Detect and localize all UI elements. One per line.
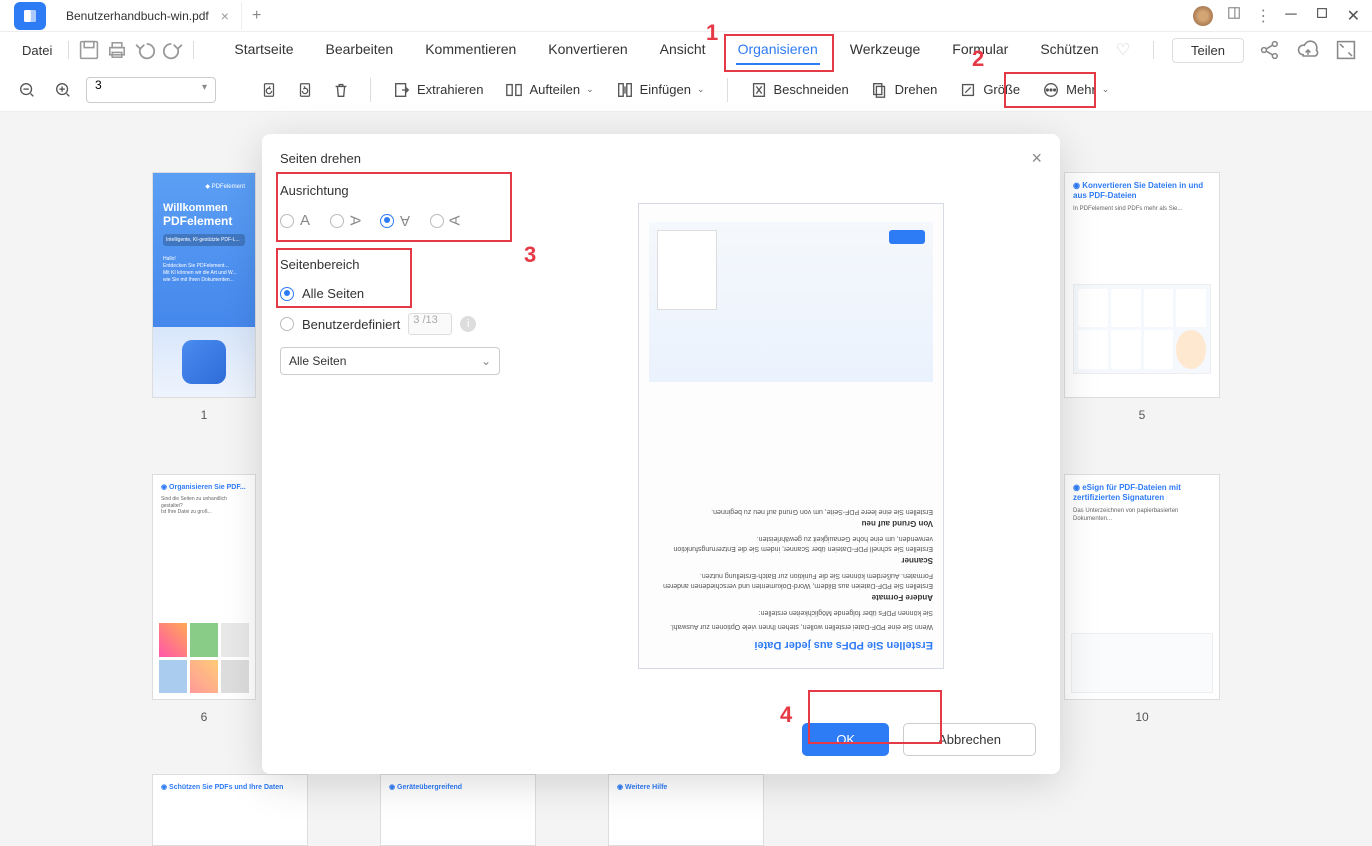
main-tabs: Startseite Bearbeiten Kommentieren Konve… xyxy=(232,35,1100,65)
undo-icon[interactable] xyxy=(133,38,157,62)
close-tab-icon[interactable]: × xyxy=(221,8,229,24)
crop-button[interactable]: Beschneiden xyxy=(744,77,855,103)
page-number-input[interactable]: 3 xyxy=(86,77,216,103)
range-all-pages[interactable]: Alle Seiten xyxy=(280,286,520,301)
user-avatar[interactable] xyxy=(1193,6,1213,26)
cancel-button[interactable]: Abbrechen xyxy=(903,723,1036,756)
dialog-close-icon[interactable]: × xyxy=(1031,148,1042,169)
print-icon[interactable] xyxy=(105,38,129,62)
tab-schuetzen[interactable]: Schützen xyxy=(1038,35,1100,65)
dialog-title: Seiten drehen xyxy=(280,151,361,166)
thumb-label-5: 5 xyxy=(1092,408,1192,422)
custom-range-input[interactable]: 3 /13 xyxy=(408,313,452,335)
maximize-icon[interactable] xyxy=(1315,6,1329,26)
delete-page-icon[interactable] xyxy=(328,77,354,103)
add-tab-button[interactable]: + xyxy=(242,7,271,25)
tab-bearbeiten[interactable]: Bearbeiten xyxy=(324,35,396,65)
thumb-label-10: 10 xyxy=(1092,710,1192,724)
menu-dots-icon[interactable]: ⋮ xyxy=(1255,6,1271,26)
annotation-label-3: 3 xyxy=(524,242,536,268)
rotation-preview: Erstellen Sie PDFs aus jeder Datei Wenn … xyxy=(638,203,944,669)
bulb-icon[interactable]: ♡ xyxy=(1111,38,1135,62)
zoom-in-icon[interactable] xyxy=(50,77,76,103)
thumb-label-1: 1 xyxy=(154,408,254,422)
annotation-label-1: 1 xyxy=(706,20,718,46)
orient-180[interactable]: A xyxy=(380,212,410,229)
share-nodes-icon[interactable] xyxy=(1258,38,1282,62)
close-window-icon[interactable]: ✕ xyxy=(1347,6,1360,26)
ok-button[interactable]: OK xyxy=(802,723,889,756)
tab-ansicht[interactable]: Ansicht xyxy=(658,35,708,65)
rotate-pages-dialog: Seiten drehen × Ausrichtung A A A A Seit… xyxy=(262,134,1060,774)
page-thumb-partial-a[interactable]: ◉ Schützen Sie PDFs und Ihre Daten xyxy=(152,774,308,846)
rotate-button[interactable]: Drehen xyxy=(865,77,944,103)
organize-toolbar: 3 Extrahieren Aufteilen⌄ Einfügen⌄ Besch… xyxy=(0,68,1372,112)
page-thumb-10[interactable]: ◉ eSign für PDF-Dateien mit zertifiziert… xyxy=(1064,474,1220,700)
tab-werkzeuge[interactable]: Werkzeuge xyxy=(848,35,923,65)
tab-title: Benutzerhandbuch-win.pdf xyxy=(66,9,209,23)
share-button[interactable]: Teilen xyxy=(1172,38,1244,63)
panel-icon[interactable] xyxy=(1227,6,1241,25)
more-button[interactable]: Mehr⌄ xyxy=(1036,77,1115,103)
range-label: Seitenbereich xyxy=(280,257,520,272)
annotation-label-2: 2 xyxy=(972,46,984,72)
page-thumb-1[interactable]: ◆ PDFelement Willkommen PDFelement Intel… xyxy=(152,172,256,398)
tab-startseite[interactable]: Startseite xyxy=(232,35,295,65)
app-logo-icon xyxy=(14,2,46,30)
page-thumb-5[interactable]: ◉ Konvertieren Sie Dateien in und aus PD… xyxy=(1064,172,1220,398)
minimize-icon[interactable]: ─ xyxy=(1285,6,1296,26)
menubar: Datei Startseite Bearbeiten Kommentieren… xyxy=(0,32,1372,68)
page-filter-select[interactable]: Alle Seiten xyxy=(280,347,500,375)
save-icon[interactable] xyxy=(77,38,101,62)
page-thumb-6[interactable]: ◉ Organisieren Sie PDF... Sind die Seite… xyxy=(152,474,256,700)
document-tab[interactable]: Benutzerhandbuch-win.pdf × xyxy=(54,2,242,30)
redo-icon[interactable] xyxy=(161,38,185,62)
extract-button[interactable]: Extrahieren xyxy=(387,77,489,103)
tab-kommentieren[interactable]: Kommentieren xyxy=(423,35,518,65)
cloud-upload-icon[interactable] xyxy=(1296,38,1320,62)
page-thumb-partial-b[interactable]: ◉ Geräteübergreifend xyxy=(380,774,536,846)
orientation-options: A A A A xyxy=(280,212,520,229)
expand-icon[interactable] xyxy=(1334,38,1358,62)
split-button[interactable]: Aufteilen⌄ xyxy=(499,77,599,103)
info-icon[interactable]: i xyxy=(460,316,476,332)
rotate-right-page-icon[interactable] xyxy=(292,77,318,103)
tab-konvertieren[interactable]: Konvertieren xyxy=(546,35,629,65)
orient-90[interactable]: A xyxy=(330,212,360,229)
size-button[interactable]: Größe xyxy=(953,77,1026,103)
orientation-label: Ausrichtung xyxy=(280,183,520,198)
thumb-label-6: 6 xyxy=(154,710,254,724)
orient-0[interactable]: A xyxy=(280,212,310,229)
rotate-left-page-icon[interactable] xyxy=(256,77,282,103)
range-custom[interactable]: Benutzerdefiniert 3 /13 i xyxy=(280,313,520,335)
insert-button[interactable]: Einfügen⌄ xyxy=(610,77,711,103)
page-thumb-partial-c[interactable]: ◉ Weitere Hilfe xyxy=(608,774,764,846)
titlebar: Benutzerhandbuch-win.pdf × + ⋮ ─ ✕ xyxy=(0,0,1372,32)
annotation-label-4: 4 xyxy=(780,702,792,728)
content-area: ◆ PDFelement Willkommen PDFelement Intel… xyxy=(0,112,1372,846)
tab-organisieren[interactable]: Organisieren xyxy=(736,35,820,65)
file-menu[interactable]: Datei xyxy=(14,43,60,58)
orient-270[interactable]: A xyxy=(430,212,460,229)
zoom-out-icon[interactable] xyxy=(14,77,40,103)
